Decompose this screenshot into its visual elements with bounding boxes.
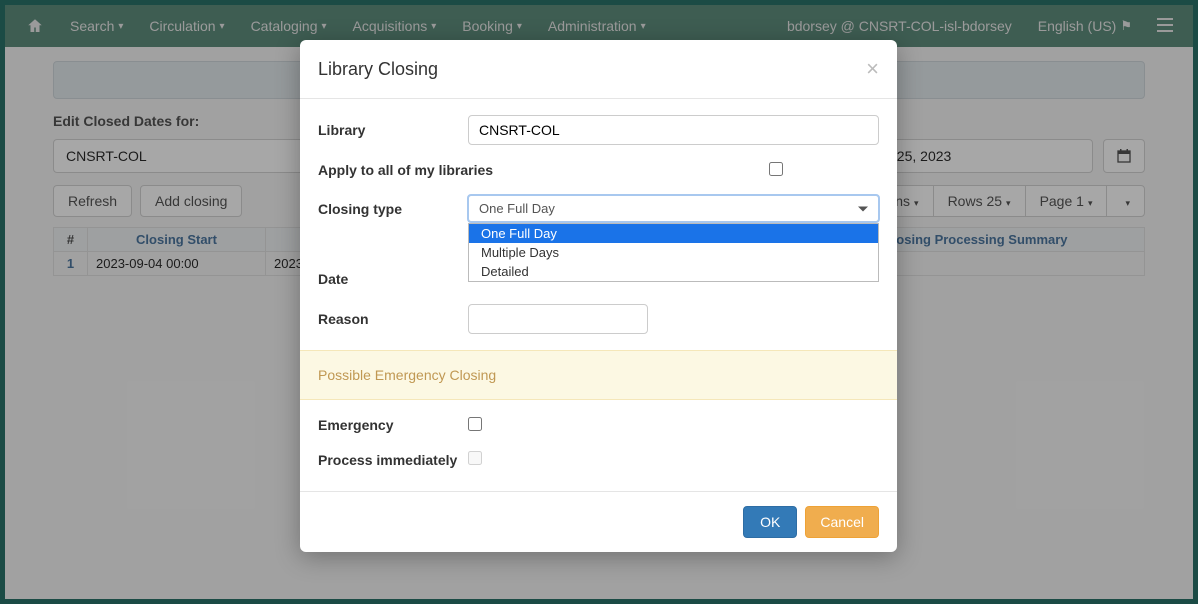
closing-type-select[interactable]: One Full Day — [468, 195, 879, 222]
process-immediately-checkbox[interactable] — [468, 451, 482, 465]
library-label: Library — [318, 121, 468, 139]
apply-all-label: Apply to all of my libraries — [318, 161, 769, 179]
closing-type-option[interactable]: Detailed — [469, 262, 878, 281]
apply-all-checkbox[interactable] — [769, 162, 783, 176]
cancel-button[interactable]: Cancel — [805, 506, 879, 538]
reason-field[interactable] — [468, 304, 648, 334]
close-icon[interactable]: × — [866, 56, 879, 82]
date-label: Date — [318, 270, 468, 288]
process-label: Process immediately — [318, 451, 468, 469]
closing-type-label: Closing type — [318, 200, 468, 218]
closing-type-option[interactable]: Multiple Days — [469, 243, 878, 262]
closing-type-option[interactable]: One Full Day — [469, 224, 878, 243]
modal-title: Library Closing — [318, 59, 438, 80]
reason-label: Reason — [318, 310, 468, 328]
library-field[interactable] — [468, 115, 879, 145]
emergency-banner: Possible Emergency Closing — [300, 350, 897, 400]
ok-button[interactable]: OK — [743, 506, 797, 538]
closing-type-dropdown: One Full Day Multiple Days Detailed — [468, 223, 879, 282]
emergency-checkbox[interactable] — [468, 417, 482, 431]
emergency-label: Emergency — [318, 416, 468, 434]
library-closing-modal: Library Closing × Library Apply to all o… — [300, 40, 897, 552]
